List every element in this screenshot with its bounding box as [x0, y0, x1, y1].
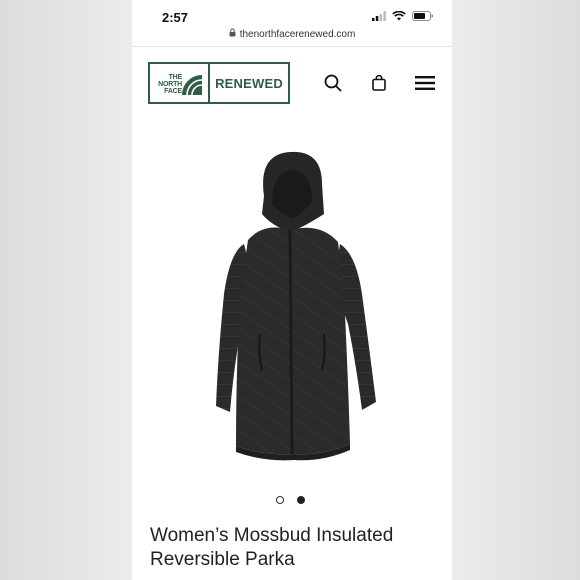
site-logo[interactable]: THE NORTH FACE RENEWED — [148, 62, 290, 104]
header-actions — [322, 72, 436, 94]
product-title: Women’s Mossbud Insulated Reversible Par… — [150, 525, 394, 570]
url-bar[interactable]: thenorthfacerenewed.com — [132, 28, 452, 40]
carousel-dot-1[interactable] — [276, 496, 284, 504]
logo-renewed-word: RENEWED — [215, 75, 283, 91]
logo-line-1: THE — [168, 74, 183, 81]
wifi-icon — [392, 11, 406, 21]
search-icon — [324, 74, 342, 92]
tnf-logo-mark: THE NORTH FACE — [150, 64, 210, 102]
search-button[interactable] — [322, 72, 344, 94]
logo-line-2: NORTH — [158, 81, 182, 88]
battery-icon — [412, 11, 433, 21]
lock-icon — [229, 28, 236, 39]
phone-screen: 2:57 thenorthfacerenewed.com THE NORTH F… — [132, 0, 452, 580]
background-left — [0, 0, 132, 580]
image-carousel-dots — [276, 496, 305, 504]
carousel-dot-2-active[interactable] — [297, 496, 305, 504]
divider — [132, 46, 452, 47]
tnf-wordmark: THE NORTH FACE — [156, 74, 182, 95]
cart-button[interactable] — [368, 72, 390, 94]
half-dome-icon — [182, 75, 202, 95]
background-right — [452, 0, 580, 580]
logo-line-3: FACE — [164, 88, 182, 95]
status-bar: 2:57 — [132, 0, 452, 30]
shopping-bag-icon — [372, 75, 386, 91]
status-icons — [372, 11, 434, 21]
product-image[interactable] — [172, 144, 412, 474]
status-time: 2:57 — [162, 10, 189, 25]
url-text: thenorthfacerenewed.com — [239, 29, 356, 40]
signal-icon — [372, 11, 386, 21]
hamburger-menu-icon — [415, 76, 435, 90]
menu-button[interactable] — [414, 72, 436, 94]
